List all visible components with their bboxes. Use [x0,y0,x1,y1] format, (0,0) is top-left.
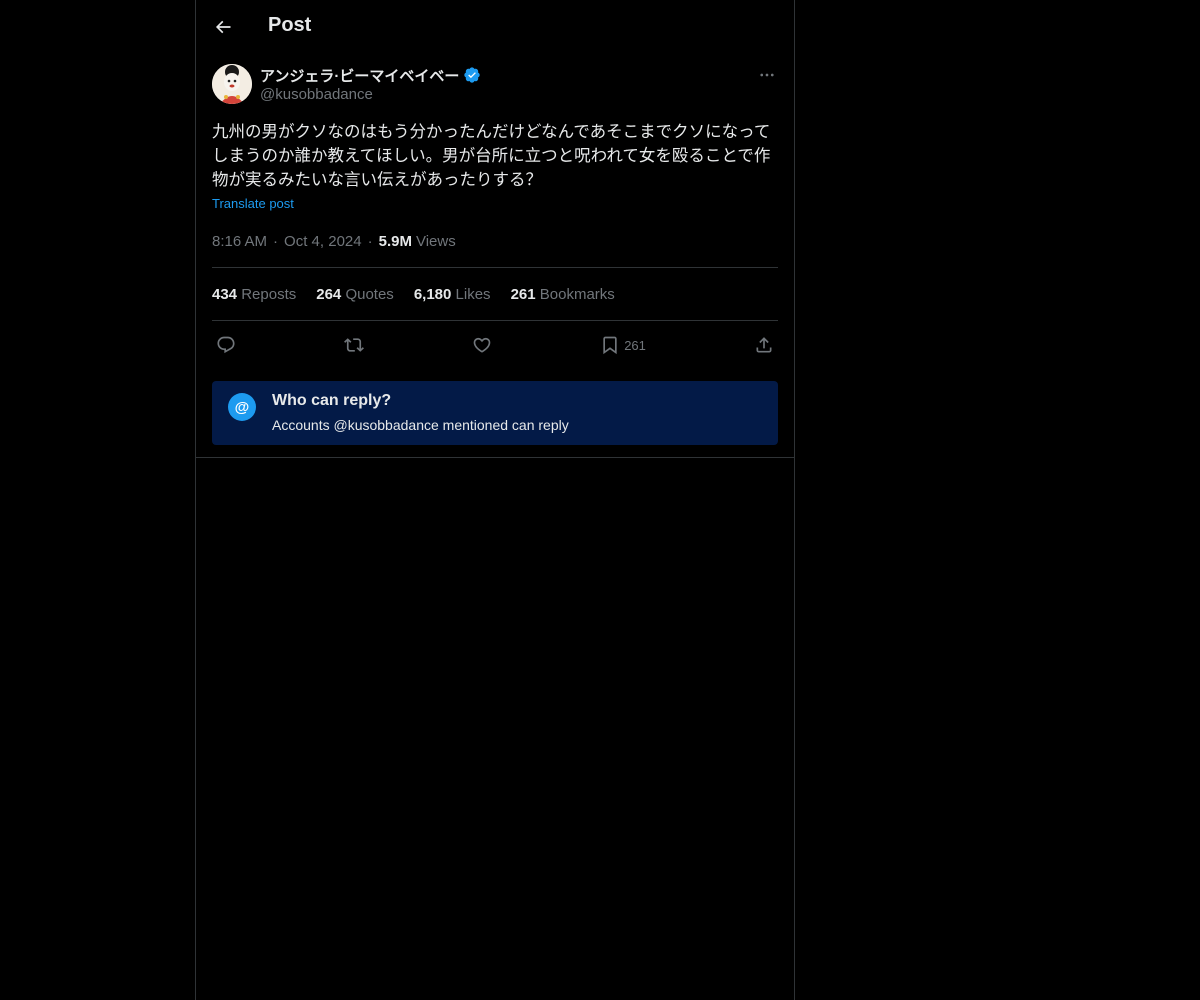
likes-label: Likes [455,285,491,303]
bookmark-count: 261 [624,337,646,353]
avatar-image [212,64,252,104]
reply-icon [217,336,235,354]
who-can-reply-subtitle: Accounts @kusobbadance mentioned can rep… [272,417,569,433]
meta-separator: · [367,232,373,250]
views-label: Views [415,232,456,250]
meta-separator: · [273,232,279,250]
views-count: 5.9M [378,232,412,250]
quotes-count: 264 [316,285,342,303]
post-actions: 261 [212,321,778,369]
share-icon [756,337,772,353]
bookmark-button[interactable]: 261 [600,335,646,355]
author-display-name[interactable]: アンジェラ·ビーマイベイベー [260,65,459,86]
main-column: Post アンジェラ·ビーマイベイベー @kusobbadance 九州の男がク… [195,0,795,1000]
likes-count: 6,180 [413,285,452,303]
reply-button[interactable] [216,335,236,355]
reposts-count: 434 [212,285,238,303]
likes-stat[interactable]: 6,180 Likes [414,286,491,303]
author-name-line[interactable]: アンジェラ·ビーマイベイベー [260,64,481,86]
post-date[interactable]: Oct 4, 2024 [284,233,362,250]
post: アンジェラ·ビーマイベイベー @kusobbadance 九州の男がクソなのはも… [196,64,794,445]
reposts-label: Reposts [241,285,297,303]
bookmarks-count: 261 [510,285,536,303]
avatar[interactable] [212,64,252,104]
reposts-stat[interactable]: 434 Reposts [212,286,296,303]
bookmarks-stat[interactable]: 261 Bookmarks [511,286,615,303]
who-can-reply-box: @ Who can reply? Accounts @kusobbadance … [212,381,778,445]
author-row: アンジェラ·ビーマイベイベー @kusobbadance [212,64,778,120]
repost-button[interactable] [344,335,365,355]
quotes-stat[interactable]: 264 Quotes [316,286,394,303]
like-button[interactable] [472,335,492,355]
who-can-reply-title: Who can reply? [272,392,392,409]
at-sign-icon: @ [228,393,256,421]
back-button[interactable] [206,10,240,44]
post-time[interactable]: 8:16 AM [212,233,267,250]
like-icon [473,337,491,353]
arrow-left-icon [215,20,231,34]
translate-post-link[interactable]: Translate post [212,196,294,211]
post-meta: 8:16 AM · Oct 4, 2024 · 5.9M Views [212,231,778,268]
bookmark-icon [603,336,617,355]
post-divider [196,457,794,458]
page-title: Post [268,14,312,36]
post-header: Post [196,0,794,54]
post-stats: 434 Reposts 264 Quotes 6,180 Likes 261 B… [212,268,778,321]
share-button[interactable] [754,335,774,355]
more-options-button[interactable] [756,64,778,86]
more-horizontal-icon [760,73,774,77]
quotes-label: Quotes [345,285,394,303]
bookmarks-label: Bookmarks [539,285,615,303]
repost-icon [344,338,365,352]
verified-badge-icon [464,67,481,83]
post-text: 九州の男がクソなのはもう分かったんだけどなんであそこまでクソになってしまうのか誰… [212,123,771,189]
author-handle[interactable]: @kusobbadance [260,86,373,103]
